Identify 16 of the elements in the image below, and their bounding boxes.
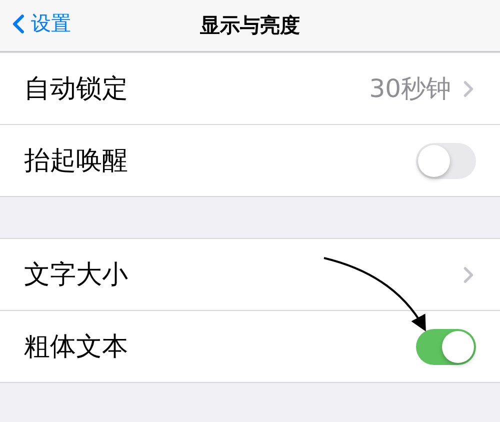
toggle-switch[interactable] [416,328,476,364]
settings-row[interactable]: 自动锁定 30秒钟 [0,53,500,124]
settings-row[interactable]: 文字大小 [0,239,500,310]
chevron-icon [463,266,474,284]
settings-row[interactable]: 抬起唤醒 [0,124,500,196]
row-label: 自动锁定 [24,73,128,106]
row-label: 抬起唤醒 [24,145,128,178]
settings-row[interactable]: 粗体文本 [0,310,500,382]
back-icon [12,12,25,34]
screen-title: 显示与亮度 [200,12,300,39]
toggle-switch[interactable] [416,142,476,178]
back-button[interactable]: 设置 [12,10,71,37]
row-label: 粗体文本 [24,331,128,364]
chevron-icon [463,80,474,98]
row-value: 30秒钟 [369,73,451,105]
row-label: 文字大小 [24,259,128,292]
